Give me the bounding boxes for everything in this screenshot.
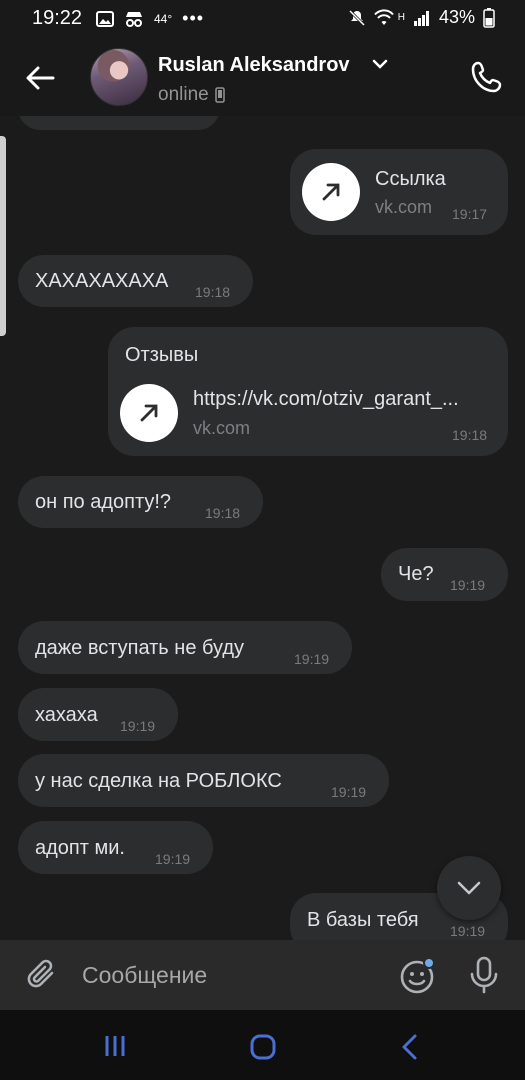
message-bubble-incoming[interactable]: у нас сделка на РОБЛОКС 19:19: [18, 754, 389, 807]
contact-status: online: [158, 84, 225, 106]
message-time: 19:19: [155, 851, 191, 867]
message-bubble-outgoing[interactable]: Че? 19:19: [381, 548, 508, 601]
contact-name[interactable]: Ruslan Aleksandrov: [158, 54, 350, 77]
message-time: 19:19: [331, 784, 367, 800]
status-bar: 19:22 44° ••• H 43%: [0, 0, 525, 38]
message-time: 19:19: [450, 577, 486, 593]
back-button[interactable]: [20, 58, 60, 98]
status-time: 19:22: [32, 7, 83, 29]
link-arrow-icon: [322, 183, 340, 201]
message-text: адопт ми.: [35, 837, 125, 859]
wifi-icon: [373, 8, 394, 25]
message-text: хахаха: [35, 704, 98, 726]
recents-button[interactable]: [98, 1032, 132, 1060]
message-bubble-incoming[interactable]: он по адопту!? 19:18: [18, 476, 263, 528]
message-text: даже вступать не буду: [35, 637, 245, 659]
link-icon: [120, 384, 178, 442]
message-bubble-incoming[interactable]: ХАХАХАХАХА 19:18: [18, 255, 253, 307]
battery-level: 43%: [438, 7, 475, 27]
system-nav-bar: [0, 1010, 525, 1080]
gallery-icon: [96, 10, 114, 27]
message-time: 19:18: [452, 427, 488, 443]
more-notifications: •••: [182, 8, 205, 28]
temperature: 44°: [154, 11, 173, 26]
message-text: Отзывы: [125, 344, 199, 366]
chat-header: Ruslan Aleksandrov online: [0, 38, 525, 116]
link-title[interactable]: Ссылка: [375, 168, 446, 191]
message-bubble-outgoing[interactable]: Ссылка vk.com 19:17: [290, 149, 508, 235]
message-time: 19:17: [452, 206, 488, 222]
system-back-button[interactable]: [392, 1030, 426, 1064]
message-bubble-incoming[interactable]: адопт ми. 19:19: [18, 821, 213, 874]
link-icon: [302, 163, 360, 221]
attach-button[interactable]: [22, 955, 62, 995]
scroll-indicator[interactable]: [0, 136, 6, 336]
message-text: В базы тебя: [307, 909, 419, 931]
scroll-to-bottom-button[interactable]: [437, 856, 501, 920]
home-button[interactable]: [246, 1030, 280, 1064]
message-text: у нас сделка на РОБЛОКС: [35, 770, 282, 792]
contact-avatar[interactable]: [90, 48, 148, 106]
link-domain: vk.com: [193, 418, 251, 438]
voice-message-button[interactable]: [463, 954, 505, 996]
recents-icon: [105, 1036, 125, 1056]
signal-icon: [413, 10, 429, 26]
message-list[interactable]: Ссылка vk.com 19:17 ХАХАХАХАХА 19:18 Отз…: [0, 116, 525, 940]
link-arrow-icon: [140, 404, 158, 422]
call-button[interactable]: [466, 56, 508, 98]
home-icon: [250, 1034, 276, 1060]
message-time: 19:19: [294, 651, 330, 667]
chevron-down-icon: [457, 881, 481, 895]
status-notifications: 44° •••: [96, 8, 204, 29]
message-bubble-outgoing[interactable]: Отзывы https://vk.com/otziv_garant_... v…: [108, 327, 508, 456]
status-text: online: [158, 84, 209, 105]
message-text: ХАХАХАХАХА: [35, 270, 169, 292]
message-time: 19:19: [120, 718, 156, 734]
message-bubble-incoming[interactable]: даже вступать не буду 19:19: [18, 621, 352, 674]
message-time: 19:18: [195, 284, 231, 300]
message-composer: [0, 940, 525, 1010]
attach-icon: [27, 959, 54, 988]
message-text: Че?: [398, 563, 434, 585]
nav-back-icon: [402, 1034, 417, 1060]
incognito-icon: [126, 11, 142, 27]
sticker-button[interactable]: [396, 955, 438, 997]
network-type: H: [397, 12, 405, 23]
status-system-icons: H 43%: [348, 7, 495, 28]
back-arrow-icon: [26, 66, 55, 90]
link-domain: vk.com: [375, 197, 433, 217]
battery-icon: [483, 7, 495, 28]
message-text: он по адопту!?: [35, 491, 172, 513]
message-bubble-incoming[interactable]: хахаха 19:19: [18, 688, 178, 741]
message-bubble-partial: [18, 116, 220, 130]
message-time: 19:18: [205, 505, 241, 521]
mute-icon: [348, 9, 365, 26]
link-title[interactable]: https://vk.com/otziv_garant_...: [193, 388, 495, 411]
chevron-down-icon[interactable]: [372, 58, 388, 70]
mic-icon: [470, 956, 498, 994]
phone-icon: [471, 61, 502, 93]
sticker-icon: [400, 957, 435, 994]
message-time: 19:19: [450, 923, 486, 939]
mobile-icon: [214, 87, 225, 103]
message-input[interactable]: [82, 954, 382, 996]
